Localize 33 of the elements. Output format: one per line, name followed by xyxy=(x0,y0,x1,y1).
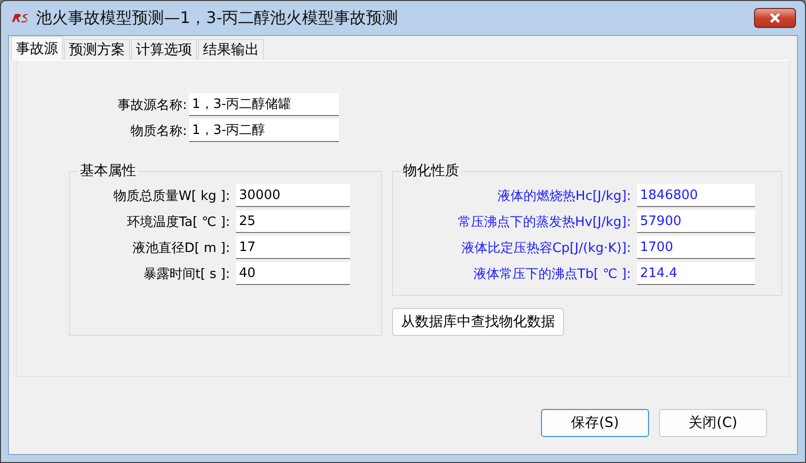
input-field[interactable]: 1846800 xyxy=(637,184,755,207)
input-field[interactable]: 30000 xyxy=(236,184,350,207)
field-label: 环境温度Ta[ ℃ ]: xyxy=(126,214,230,230)
dialog-button[interactable]: 保存(S) xyxy=(541,409,649,437)
field-label: 暴露时间t[ s ]: xyxy=(142,266,230,282)
input-field[interactable]: 17 xyxy=(236,236,350,259)
app-logo-icon xyxy=(10,12,30,24)
dialog-button[interactable]: 关闭(C) xyxy=(659,409,767,437)
field-label: 液池直径D[ m ]: xyxy=(132,240,230,256)
field-label: 物质总质量W[ kg ]: xyxy=(112,188,230,204)
input-field[interactable]: 214.4 xyxy=(637,262,755,285)
input-field[interactable]: 1700 xyxy=(637,236,755,259)
field-label: 液体比定压热容Cp[J/(kg·K)]: xyxy=(460,240,631,256)
input-field[interactable]: 25 xyxy=(236,210,350,233)
field-label: 液体常压下的沸点Tb[ ℃ ]: xyxy=(472,266,631,282)
field-label: 事故源名称: xyxy=(116,96,187,114)
tab[interactable]: 结果输出 xyxy=(198,39,264,60)
window-title: 池火事故模型预测—1，3-丙二醇池火模型事故预测 xyxy=(36,8,400,28)
tab[interactable]: 计算选项 xyxy=(131,39,197,60)
field-label: 物质名称: xyxy=(130,122,187,140)
lookup-button[interactable]: 从数据库中查找物化数据 xyxy=(392,308,564,336)
input-field[interactable]: 40 xyxy=(236,262,350,285)
tab[interactable]: 事故源 xyxy=(11,36,63,60)
field-label: 液体的燃烧热Hc[J/kg]: xyxy=(496,188,631,204)
field-label: 常压沸点下的蒸发热Hv[J/kg]: xyxy=(457,214,631,230)
tab[interactable]: 预测方案 xyxy=(64,39,130,60)
input-field[interactable]: 57900 xyxy=(637,210,755,233)
input-field[interactable]: 1，3-丙二醇储罐 xyxy=(189,93,339,116)
input-field[interactable]: 1，3-丙二醇 xyxy=(189,119,339,142)
close-icon xyxy=(769,13,781,23)
group-title: 基本属性 xyxy=(79,162,137,180)
close-button[interactable] xyxy=(754,8,796,28)
group-title: 物化性质 xyxy=(402,162,460,180)
